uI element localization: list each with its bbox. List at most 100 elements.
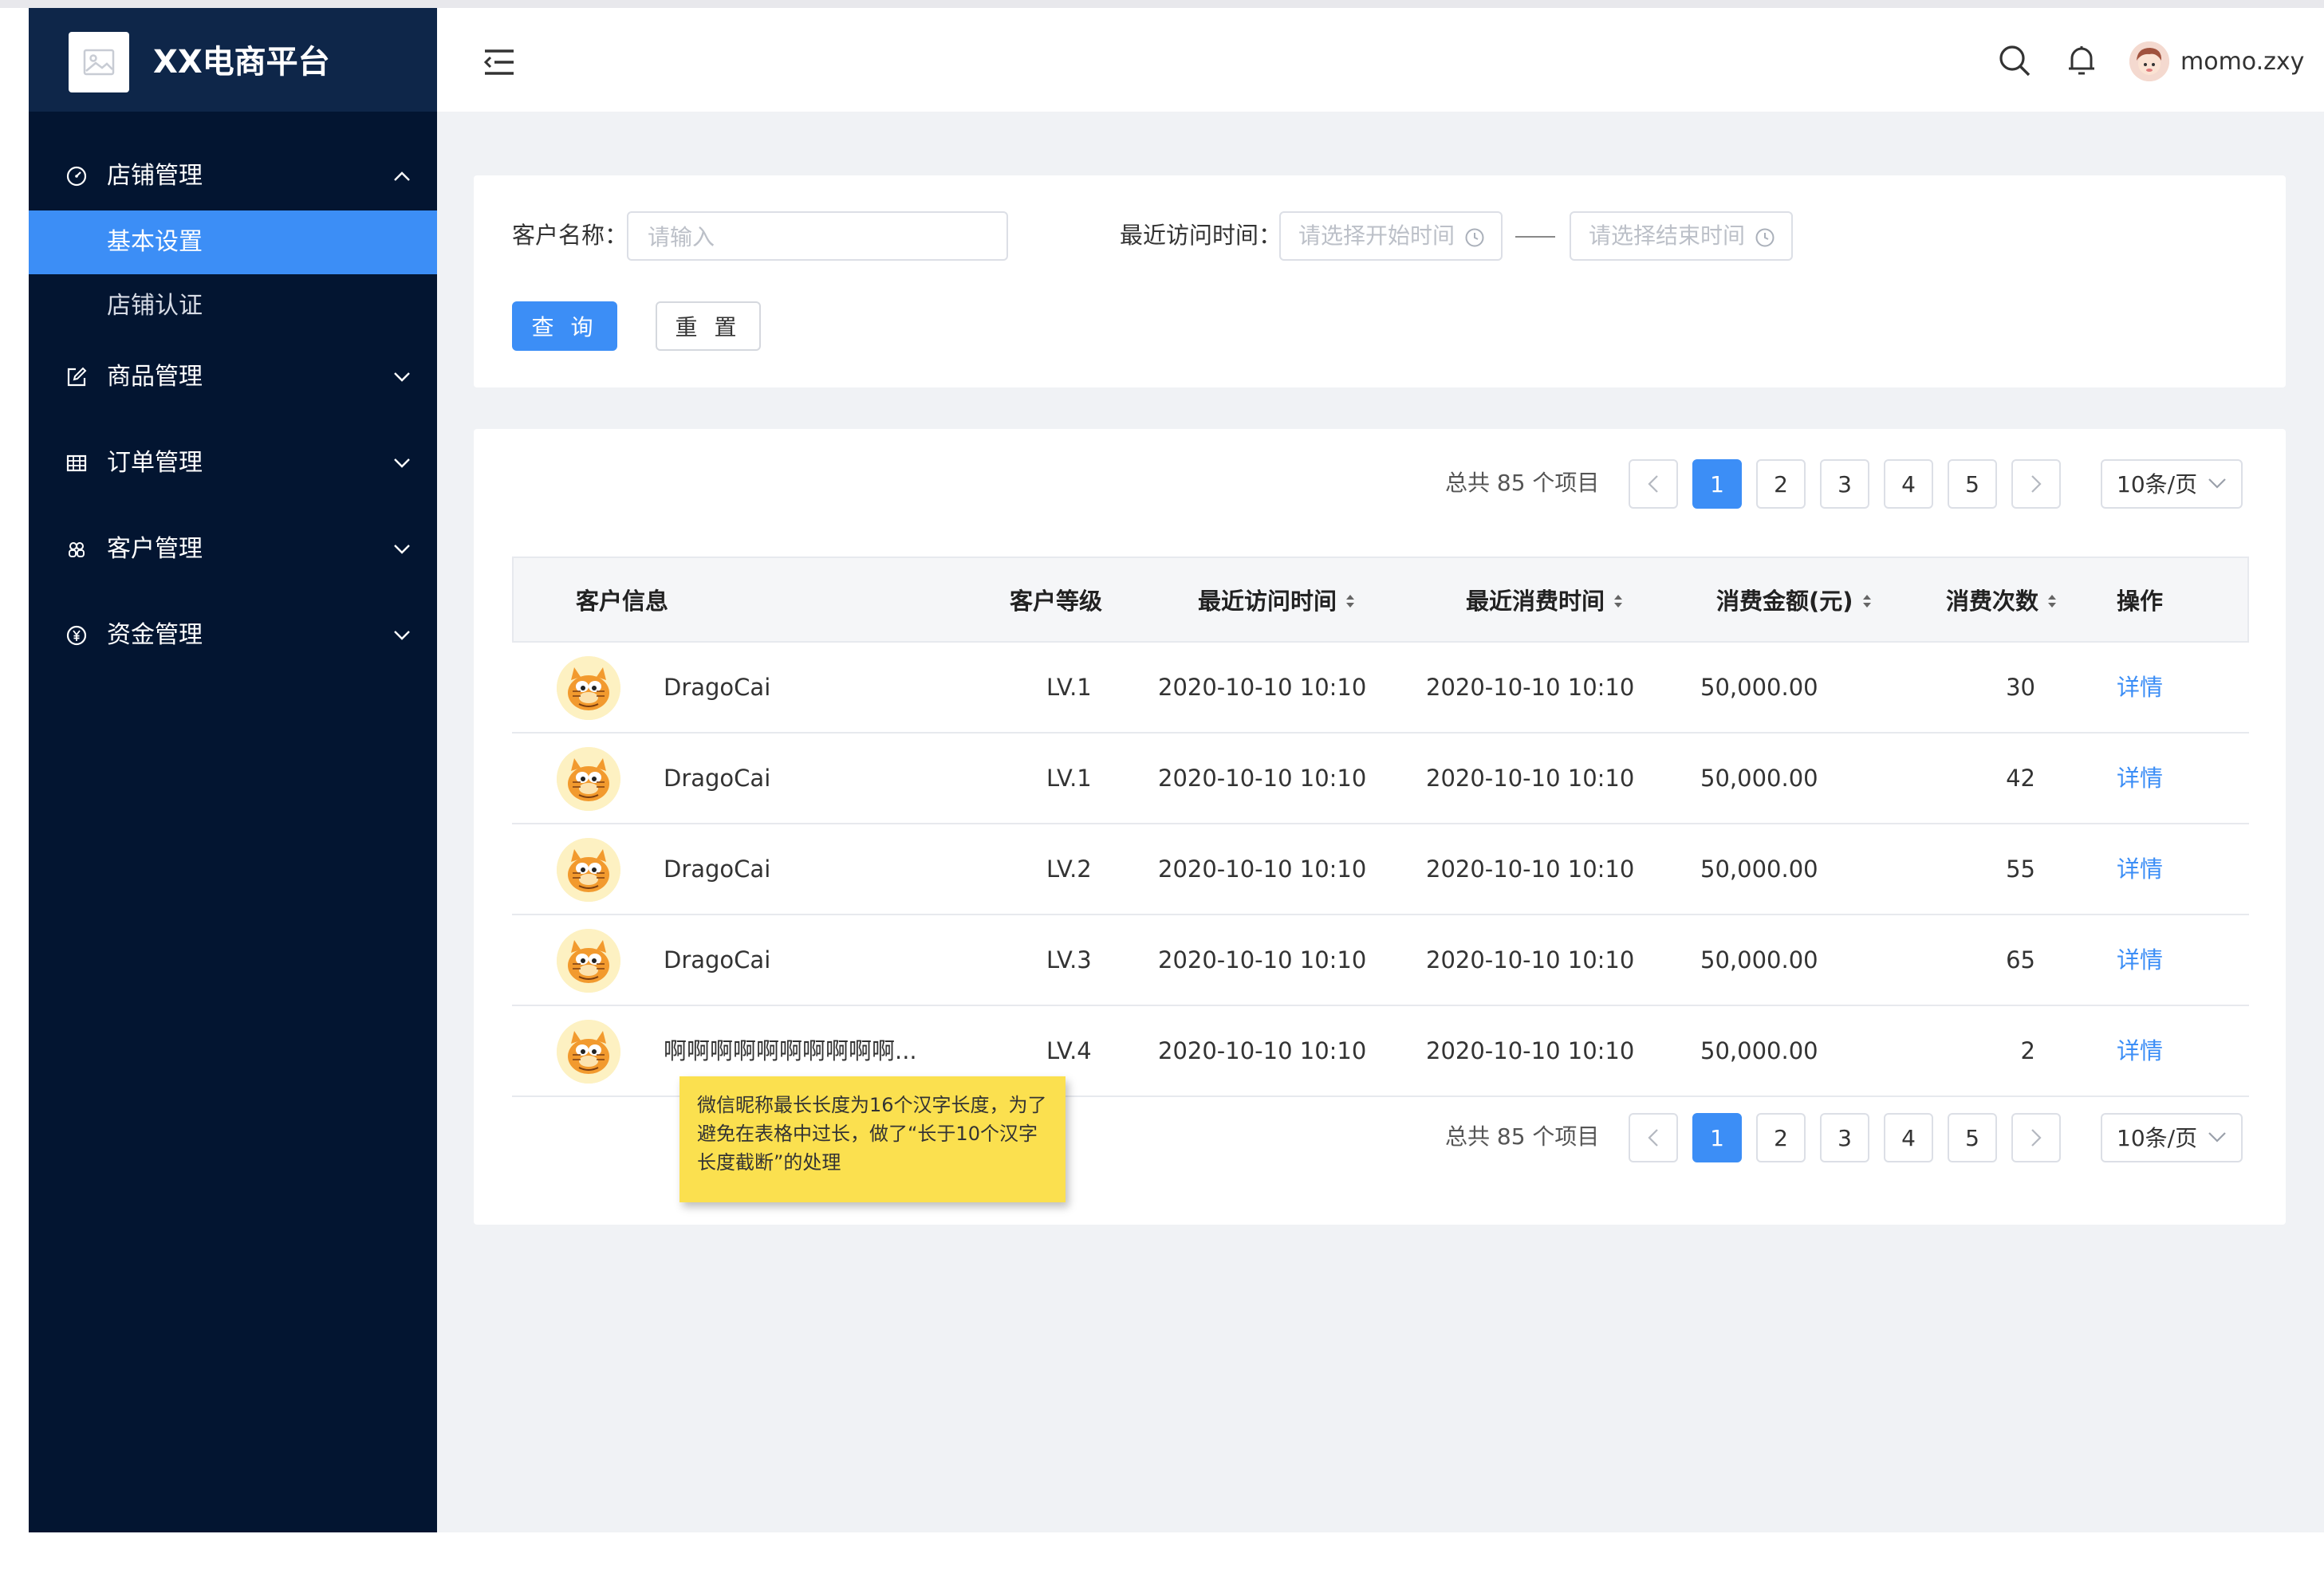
page-size-select[interactable]: 10条/页 (2101, 459, 2243, 509)
main-content: 客户名称： 最近访问时间： 请选择开始时间 请选择结束时间 查 询 重 置 总共… (437, 112, 2324, 1532)
page-size-select-bottom[interactable]: 10条/页 (2101, 1113, 2243, 1162)
column-header-amount[interactable]: 消费金额(元) (1716, 585, 1873, 617)
customer-name-field[interactable] (646, 213, 1003, 261)
clock-icon (1464, 227, 1485, 248)
column-header-action: 操作 (2117, 588, 2164, 615)
next-page-button-bottom[interactable] (2011, 1113, 2061, 1162)
sidebar-item-label: 店铺认证 (107, 292, 203, 320)
user-avatar[interactable] (2129, 41, 2169, 81)
page-button-3[interactable]: 3 (1820, 459, 1869, 509)
customer-avatar (557, 1020, 620, 1084)
last-visit-time: 2020-10-10 10:10 (1158, 674, 1367, 701)
consume-amount: 50,000.00 (1700, 765, 1818, 792)
customer-name: DragoCai (664, 674, 771, 701)
customer-name: DragoCai (664, 765, 771, 792)
customer-name-input[interactable] (627, 211, 1008, 261)
page-button-5[interactable]: 5 (1948, 459, 1997, 509)
menu-group-label: 资金管理 (107, 621, 203, 649)
consume-amount: 50,000.00 (1700, 856, 1818, 883)
sidebar: XX电商平台 店铺管理 基本设置 店铺认证 商品管理 订单管理 客户管理 资金管… (29, 8, 437, 1532)
chevron-down-icon (2208, 477, 2227, 493)
page-button-1-bottom[interactable]: 1 (1692, 1113, 1742, 1162)
pagination-total-bottom: 总共 85 个项目 (1445, 1123, 1600, 1150)
customer-level: LV.1 (1046, 674, 1092, 701)
menu-group-shop[interactable]: 店铺管理 (29, 144, 437, 209)
customer-name: DragoCai (664, 946, 771, 974)
sidebar-item-shop-certification[interactable]: 店铺认证 (29, 274, 437, 338)
start-time-placeholder: 请选择开始时间 (1298, 222, 1455, 249)
detail-link[interactable]: 详情 (2117, 853, 2163, 885)
annotation-sticky-note: 微信昵称最长长度为16个汉字长度，为了避免在表格中过长，做了“长于10个汉字长度… (679, 1076, 1065, 1202)
customer-level: LV.3 (1046, 946, 1092, 974)
menu-group-label: 商品管理 (107, 363, 203, 391)
menu-group-finance[interactable]: 资金管理 (29, 603, 437, 668)
start-time-picker[interactable]: 请选择开始时间 (1279, 211, 1503, 261)
last-visit-time: 2020-10-10 10:10 (1158, 765, 1367, 792)
clock-icon (1755, 227, 1775, 248)
brand-bar: XX电商平台 (29, 8, 437, 112)
customer-name-label: 客户名称： (512, 222, 628, 249)
customer-avatar (557, 747, 620, 811)
table-icon (65, 452, 88, 474)
column-header-visit-time[interactable]: 最近访问时间 (1198, 585, 1356, 617)
sort-icon (2048, 595, 2057, 608)
edit-icon (65, 366, 88, 388)
menu-group-customers[interactable]: 客户管理 (29, 517, 437, 582)
page-size-value: 10条/页 (2117, 1125, 2198, 1151)
sidebar-item-basic-settings[interactable]: 基本设置 (29, 210, 437, 274)
search-icon[interactable] (1997, 43, 2032, 78)
prev-page-button-bottom[interactable] (1629, 1113, 1678, 1162)
chevron-down-icon (392, 368, 412, 387)
detail-link[interactable]: 详情 (2117, 944, 2163, 976)
dashboard-icon (65, 165, 88, 187)
sort-icon (1614, 595, 1623, 608)
table-row: DragoCai LV.3 2020-10-10 10:10 2020-10-10 1… (512, 915, 2249, 1006)
recent-visit-label: 最近访问时间： (1120, 222, 1282, 249)
page-button-5-bottom[interactable]: 5 (1948, 1113, 1997, 1162)
range-separator (1515, 236, 1555, 238)
sort-icon (1862, 595, 1871, 608)
page-button-2[interactable]: 2 (1756, 459, 1806, 509)
detail-link[interactable]: 详情 (2117, 1035, 2163, 1067)
customer-level: LV.2 (1046, 856, 1092, 883)
chevron-down-icon (392, 454, 412, 473)
menu-group-products[interactable]: 商品管理 (29, 344, 437, 410)
column-header-consume-time[interactable]: 最近消费时间 (1466, 585, 1624, 617)
last-consume-time: 2020-10-10 10:10 (1426, 1037, 1635, 1064)
app-title: XX电商平台 (153, 44, 330, 81)
chevron-down-icon (2208, 1131, 2227, 1147)
last-consume-time: 2020-10-10 10:10 (1426, 946, 1635, 974)
detail-link[interactable]: 详情 (2117, 762, 2163, 794)
menu-fold-icon[interactable] (482, 48, 517, 77)
chevron-down-icon (392, 540, 412, 559)
bell-icon[interactable] (2064, 43, 2099, 78)
chevron-right-icon (2031, 1129, 2042, 1147)
page-button-4-bottom[interactable]: 4 (1884, 1113, 1933, 1162)
table-row: DragoCai LV.1 2020-10-10 10:10 2020-10-10 1… (512, 734, 2249, 824)
consume-amount: 50,000.00 (1700, 674, 1818, 701)
table-row: DragoCai LV.2 2020-10-10 10:10 2020-10-10 1… (512, 824, 2249, 915)
page-button-3-bottom[interactable]: 3 (1820, 1113, 1869, 1162)
users-icon (65, 538, 88, 560)
column-header-count[interactable]: 消费次数 (1946, 585, 2058, 617)
filter-card: 客户名称： 最近访问时间： 请选择开始时间 请选择结束时间 查 询 重 置 (474, 175, 2286, 387)
menu-group-orders[interactable]: 订单管理 (29, 431, 437, 496)
consume-amount: 50,000.00 (1700, 946, 1818, 974)
last-visit-time: 2020-10-10 10:10 (1158, 1037, 1367, 1064)
next-page-button[interactable] (2011, 459, 2061, 509)
username[interactable]: momo.zxy (2180, 48, 2304, 77)
yuan-icon (65, 624, 88, 647)
consume-amount: 50,000.00 (1700, 1037, 1818, 1064)
prev-page-button[interactable] (1629, 459, 1678, 509)
reset-button[interactable]: 重 置 (656, 301, 761, 351)
column-header-level: 客户等级 (1010, 588, 1103, 615)
page-button-1[interactable]: 1 (1692, 459, 1742, 509)
customer-name: DragoCai (664, 856, 771, 883)
detail-link[interactable]: 详情 (2117, 671, 2163, 703)
page-button-4[interactable]: 4 (1884, 459, 1933, 509)
end-time-picker[interactable]: 请选择结束时间 (1570, 211, 1793, 261)
consume-count: 55 (2006, 856, 2035, 883)
menu-group-label: 客户管理 (107, 535, 203, 563)
page-button-2-bottom[interactable]: 2 (1756, 1113, 1806, 1162)
query-button[interactable]: 查 询 (512, 301, 617, 351)
